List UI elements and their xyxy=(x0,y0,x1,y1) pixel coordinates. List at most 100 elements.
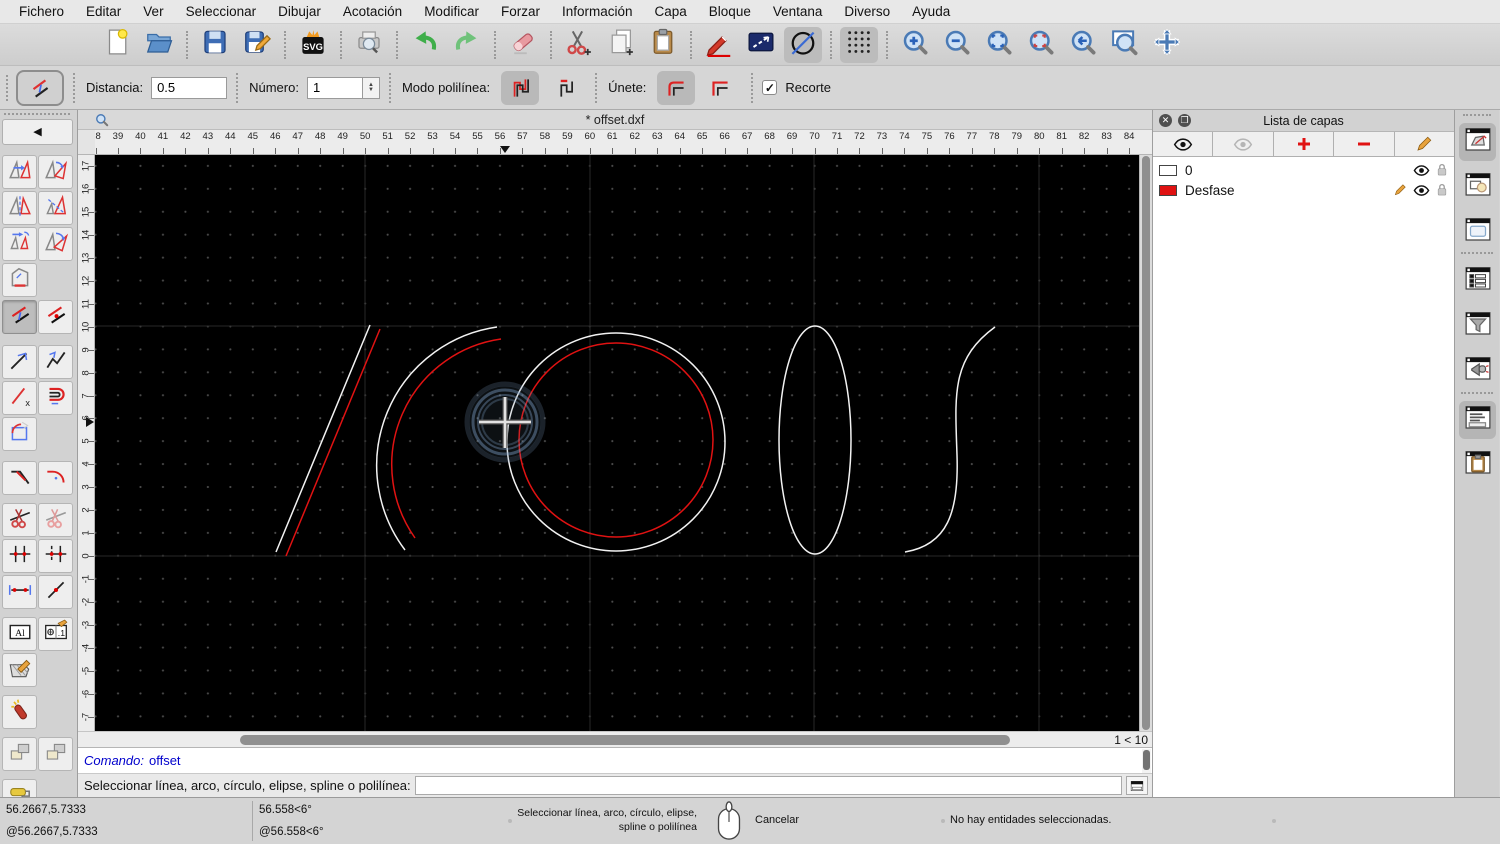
fillet-shape-button[interactable] xyxy=(2,417,37,451)
dock-drag-handle[interactable] xyxy=(1463,114,1491,116)
menu-item-seleccionar[interactable]: Seleccionar xyxy=(175,4,268,19)
save-as-button[interactable] xyxy=(238,27,276,63)
zoom-out-button[interactable] xyxy=(938,27,976,63)
horizontal-scrollbar-thumb[interactable] xyxy=(240,735,1010,745)
corner-round-button[interactable] xyxy=(38,461,73,495)
corner-bevel-button[interactable] xyxy=(2,461,37,495)
layer-row-desfase[interactable]: Desfase xyxy=(1153,180,1454,200)
dock-command-line-button[interactable] xyxy=(1459,401,1496,439)
delete-eraser-button[interactable] xyxy=(504,27,542,63)
horizontal-scrollbar[interactable]: 1 < 10 xyxy=(78,731,1152,747)
command-input[interactable] xyxy=(414,776,1122,795)
number-spinner[interactable]: ▲ ▼ xyxy=(362,76,380,99)
edit-text-button[interactable]: Al xyxy=(2,617,37,651)
print-preview-button[interactable] xyxy=(350,27,388,63)
paste-button[interactable] xyxy=(644,27,682,63)
rotate-button[interactable] xyxy=(38,155,73,189)
dock-command-echo-button[interactable] xyxy=(1459,352,1496,390)
open-file-button[interactable] xyxy=(140,27,178,63)
zoom-pan-button[interactable] xyxy=(1148,27,1186,63)
edit-dimension-button[interactable]: .1 xyxy=(38,617,73,651)
ellipse-tools-button[interactable] xyxy=(784,26,822,63)
delete-segment-button[interactable]: x xyxy=(2,381,37,415)
save-button[interactable] xyxy=(196,27,234,63)
join-sharp-button[interactable] xyxy=(701,71,739,105)
menu-item-ayuda[interactable]: Ayuda xyxy=(901,4,961,19)
grid-toggle-button[interactable] xyxy=(840,26,878,63)
menu-item-modificar[interactable]: Modificar xyxy=(413,4,490,19)
vertical-scrollbar-thumb[interactable] xyxy=(1142,156,1150,730)
menu-item-ver[interactable]: Ver xyxy=(132,4,174,19)
layer-edit-icon[interactable] xyxy=(1393,183,1407,197)
trim-two-button[interactable] xyxy=(38,503,73,537)
hide-all-layers-button[interactable] xyxy=(1213,132,1274,156)
order-raise-button[interactable] xyxy=(2,737,37,771)
menu-item-capa[interactable]: Capa xyxy=(644,4,698,19)
move-rotate-button[interactable] xyxy=(2,227,37,261)
export-svg-button[interactable]: SVG xyxy=(294,27,332,63)
drawing-canvas[interactable] xyxy=(95,155,1139,731)
deform-button[interactable] xyxy=(2,263,37,297)
layer-visible-icon[interactable] xyxy=(1413,164,1430,177)
divide-button[interactable] xyxy=(2,539,37,573)
draw-pen-button[interactable] xyxy=(700,27,738,63)
edit-layer-button[interactable] xyxy=(1395,132,1454,156)
bevel-button[interactable] xyxy=(2,345,37,379)
dock-layer-list-button[interactable] xyxy=(1459,123,1496,161)
menu-item-informacion[interactable]: Información xyxy=(551,4,644,19)
divide-dashed-button[interactable] xyxy=(38,539,73,573)
dimension-line-button[interactable] xyxy=(742,27,780,63)
edit-hatch-button[interactable] xyxy=(2,653,37,687)
stretch-button[interactable] xyxy=(2,575,37,609)
zoom-window-button[interactable] xyxy=(1106,27,1144,63)
rotate-two-button[interactable] xyxy=(38,227,73,261)
dock-clipboard-button[interactable] xyxy=(1459,446,1496,484)
new-file-button[interactable] xyxy=(98,27,136,63)
toolbar-drag-handle[interactable] xyxy=(6,74,12,101)
menu-item-fichero[interactable]: Fichero xyxy=(8,4,75,19)
redo-button[interactable] xyxy=(448,27,486,63)
add-layer-button[interactable] xyxy=(1274,132,1335,156)
zoom-selection-button[interactable] xyxy=(1022,27,1060,63)
order-lower-button[interactable] xyxy=(38,737,73,771)
trim-button[interactable] xyxy=(2,503,37,537)
copy-button[interactable] xyxy=(602,27,640,63)
palette-drag-handle[interactable] xyxy=(4,113,70,115)
menu-item-diverso[interactable]: Diverso xyxy=(833,4,901,19)
cut-button[interactable] xyxy=(560,27,598,63)
dock-library-browser-button[interactable] xyxy=(1459,213,1496,251)
offset-button[interactable] xyxy=(2,300,37,334)
vertical-scrollbar[interactable] xyxy=(1139,155,1152,731)
layer-row-0[interactable]: 0 xyxy=(1153,160,1454,180)
polyline-mode-contour-button[interactable] xyxy=(501,70,540,105)
layer-lock-icon[interactable] xyxy=(1436,163,1448,177)
split-point-button[interactable] xyxy=(38,575,73,609)
palette-back-button[interactable]: ◀ xyxy=(2,119,73,145)
explode-button[interactable] xyxy=(2,695,37,729)
undo-button[interactable] xyxy=(406,27,444,63)
command-window-button[interactable] xyxy=(1126,776,1148,795)
zoom-previous-button[interactable] xyxy=(1064,27,1102,63)
command-history-scrollbar[interactable] xyxy=(1142,749,1151,773)
zoom-in-button[interactable] xyxy=(896,27,934,63)
menu-item-dibujar[interactable]: Dibujar xyxy=(267,4,332,19)
scale-button[interactable] xyxy=(38,191,73,225)
number-input[interactable] xyxy=(306,76,363,99)
layer-visible-icon[interactable] xyxy=(1413,184,1430,197)
polyline-equidistant-button[interactable] xyxy=(38,381,73,415)
layer-lock-icon[interactable] xyxy=(1436,183,1448,197)
dock-block-list-button[interactable] xyxy=(1459,168,1496,206)
command-history-scrollbar-thumb[interactable] xyxy=(1143,750,1150,770)
menu-item-acotacion[interactable]: Acotación xyxy=(332,4,413,19)
offset-tool-button[interactable] xyxy=(16,69,64,106)
zoom-auto-button[interactable] xyxy=(980,27,1018,63)
menu-item-ventana[interactable]: Ventana xyxy=(762,4,834,19)
trim-checkbox[interactable]: ✓ xyxy=(762,80,778,95)
mirror-button[interactable] xyxy=(2,191,37,225)
dock-selection-filter-button[interactable] xyxy=(1459,307,1496,345)
polyline-join-button[interactable] xyxy=(38,345,73,379)
remove-layer-button[interactable] xyxy=(1334,132,1395,156)
join-round-button[interactable] xyxy=(657,70,696,105)
menu-item-editar[interactable]: Editar xyxy=(75,4,132,19)
offset-through-point-button[interactable] xyxy=(38,300,73,334)
